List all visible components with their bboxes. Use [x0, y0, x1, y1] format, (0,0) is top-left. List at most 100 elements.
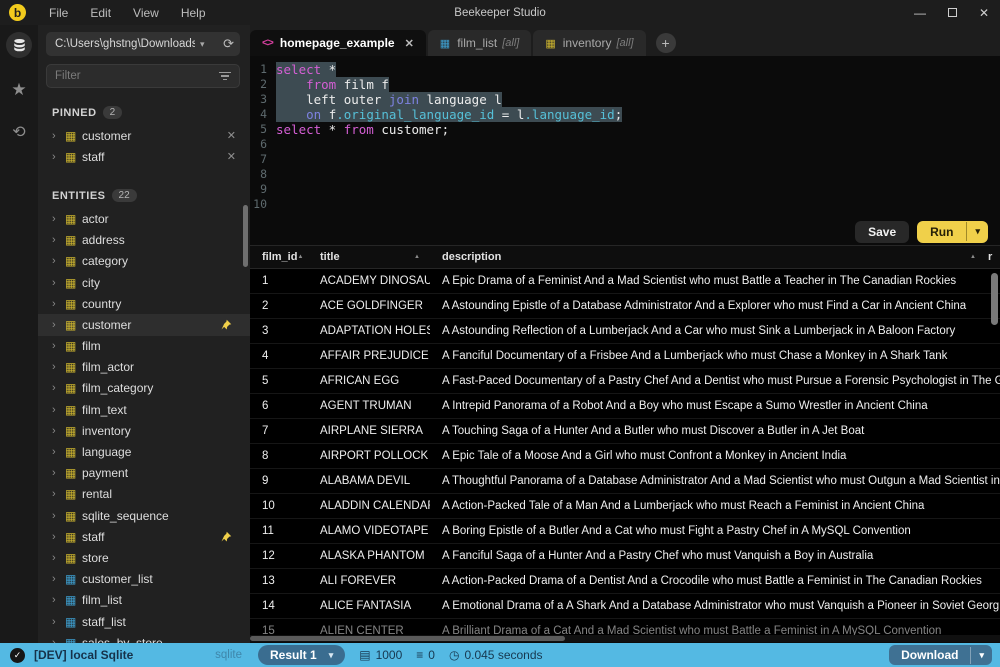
column-header-partial[interactable]: r [986, 251, 1000, 263]
table-row[interactable]: 7AIRPLANE SIERRAA Touching Saga of a Hun… [250, 419, 1000, 444]
entity-item-inventory[interactable]: ›▦inventory [38, 420, 250, 441]
refresh-icon[interactable]: ⟳ [223, 36, 234, 52]
database-nav-icon[interactable] [6, 32, 32, 58]
entity-item-customer[interactable]: ›▦customer [38, 314, 250, 335]
tab-homepage-example[interactable]: <> homepage_example ✕ [250, 30, 426, 56]
entity-item-rental[interactable]: ›▦rental [38, 484, 250, 505]
entity-item-film_list[interactable]: ›▦film_list [38, 590, 250, 611]
entity-item-actor[interactable]: ›▦actor [38, 208, 250, 229]
chevron-right-icon[interactable]: › [52, 382, 65, 394]
entity-item-staff_list[interactable]: ›▦staff_list [38, 611, 250, 632]
chevron-right-icon[interactable]: › [52, 255, 65, 267]
sort-asc-icon[interactable]: ▲ [970, 254, 976, 260]
menu-file[interactable]: File [38, 6, 79, 20]
table-row[interactable]: 6AGENT TRUMANA Intrepid Panorama of a Ro… [250, 394, 1000, 419]
status-connection[interactable]: ✓ [DEV] local Sqlite sqlite [0, 648, 250, 663]
unpin-close-icon[interactable]: ✕ [227, 129, 236, 142]
table-row[interactable]: 12ALASKA PHANTOMA Fanciful Saga of a Hun… [250, 544, 1000, 569]
minimize-button[interactable]: — [904, 0, 936, 25]
chevron-right-icon[interactable]: › [52, 531, 65, 543]
chevron-right-icon[interactable]: › [52, 404, 65, 416]
entity-item-film_actor[interactable]: ›▦film_actor [38, 357, 250, 378]
new-tab-button[interactable]: + [656, 33, 676, 53]
chevron-right-icon[interactable]: › [52, 130, 65, 142]
entity-item-category[interactable]: ›▦category [38, 251, 250, 272]
close-button[interactable]: ✕ [968, 0, 1000, 25]
connection-select[interactable]: C:\Users\ghstng\Downloads ▾ ⟳ [46, 32, 240, 56]
chevron-right-icon[interactable]: › [52, 234, 65, 246]
tab-inventory[interactable]: ▦ inventory [all] [533, 30, 645, 56]
chevron-right-icon[interactable]: › [52, 616, 65, 628]
entity-item-address[interactable]: ›▦address [38, 230, 250, 251]
chevron-right-icon[interactable]: › [52, 467, 65, 479]
table-row[interactable]: 10ALADDIN CALENDARA Action-Packed Tale o… [250, 494, 1000, 519]
save-button[interactable]: Save [855, 221, 909, 243]
chevron-right-icon[interactable]: › [52, 488, 65, 500]
column-header-description[interactable]: description ▲ [430, 251, 986, 263]
chevron-right-icon[interactable]: › [52, 277, 65, 289]
entity-item-sales_by_store[interactable]: ›▦sales_by_store [38, 632, 250, 643]
chevron-right-icon[interactable]: › [52, 340, 65, 352]
pinned-section-header[interactable]: PINNED 2 [38, 98, 250, 125]
entity-filter-input[interactable]: Filter [46, 64, 240, 88]
chevron-right-icon[interactable]: › [52, 319, 65, 331]
chevron-right-icon[interactable]: › [52, 361, 65, 373]
chevron-right-icon[interactable]: › [52, 573, 65, 585]
chevron-right-icon[interactable]: › [52, 594, 65, 606]
entity-item-store[interactable]: ›▦store [38, 547, 250, 568]
chevron-right-icon[interactable]: › [52, 298, 65, 310]
entity-item-payment[interactable]: ›▦payment [38, 463, 250, 484]
table-row[interactable]: 5AFRICAN EGGA Fast-Paced Documentary of … [250, 369, 1000, 394]
close-icon[interactable]: ✕ [405, 37, 414, 50]
menu-edit[interactable]: Edit [79, 6, 122, 20]
table-row[interactable]: 13ALI FOREVERA Action-Packed Drama of a … [250, 569, 1000, 594]
tab-film-list[interactable]: ▦ film_list [all] [428, 30, 532, 56]
menu-help[interactable]: Help [170, 6, 217, 20]
filter-icon[interactable] [219, 72, 231, 81]
table-row[interactable]: 9ALABAMA DEVILA Thoughtful Panorama of a… [250, 469, 1000, 494]
sql-editor[interactable]: 1select *2 from film f3 left outer join … [250, 56, 1000, 218]
table-row[interactable]: 1ACADEMY DINOSAURA Epic Drama of a Femin… [250, 269, 1000, 294]
sidebar-scrollbar[interactable] [243, 205, 248, 267]
table-row[interactable]: 3ADAPTATION HOLESA Astounding Reflection… [250, 319, 1000, 344]
entity-item-sqlite_sequence[interactable]: ›▦sqlite_sequence [38, 505, 250, 526]
pinned-item-staff[interactable]: ›▦staff✕ [38, 146, 250, 167]
entity-item-language[interactable]: ›▦language [38, 441, 250, 462]
sort-asc-icon[interactable]: ▲ [414, 254, 420, 260]
table-row[interactable]: 11ALAMO VIDEOTAPEA Boring Epistle of a B… [250, 519, 1000, 544]
chevron-right-icon[interactable]: › [52, 552, 65, 564]
maximize-button[interactable] [936, 0, 968, 25]
column-header-title[interactable]: title ▲ [308, 251, 430, 263]
table-row[interactable]: 8AIRPORT POLLOCKA Epic Tale of a Moose A… [250, 444, 1000, 469]
entity-item-film[interactable]: ›▦film [38, 336, 250, 357]
entity-item-country[interactable]: ›▦country [38, 293, 250, 314]
entity-item-customer_list[interactable]: ›▦customer_list [38, 569, 250, 590]
sort-asc-icon[interactable]: ▲ [297, 254, 303, 260]
pinned-item-customer[interactable]: ›▦customer✕ [38, 125, 250, 146]
unpin-close-icon[interactable]: ✕ [227, 150, 236, 163]
chevron-right-icon[interactable]: › [52, 213, 65, 225]
download-button[interactable]: Download ▾ [889, 645, 992, 665]
table-row[interactable]: 2ACE GOLDFINGERA Astounding Epistle of a… [250, 294, 1000, 319]
table-row[interactable]: 14ALICE FANTASIAA Emotional Drama of a A… [250, 594, 1000, 619]
entities-section-header[interactable]: ENTITIES 22 [38, 181, 250, 208]
chevron-right-icon[interactable]: › [52, 446, 65, 458]
column-header-film-id[interactable]: film_id ▲ [250, 251, 308, 263]
table-row[interactable]: 15ALIEN CENTERA Brilliant Drama of a Cat… [250, 619, 1000, 635]
chevron-right-icon[interactable]: › [52, 151, 65, 163]
results-vertical-scrollbar[interactable] [991, 273, 998, 325]
run-button[interactable]: Run ▾ [917, 221, 988, 243]
results-horizontal-scrollbar-track[interactable] [250, 635, 1000, 642]
menu-view[interactable]: View [122, 6, 170, 20]
entity-item-staff[interactable]: ›▦staff [38, 526, 250, 547]
entity-item-film_text[interactable]: ›▦film_text [38, 399, 250, 420]
chevron-right-icon[interactable]: › [52, 510, 65, 522]
result-selector[interactable]: Result 1 ▾ [258, 645, 345, 665]
results-horizontal-scrollbar[interactable] [250, 636, 565, 641]
download-options-caret-icon[interactable]: ▾ [970, 647, 992, 664]
run-options-caret-icon[interactable]: ▾ [966, 222, 988, 241]
table-row[interactable]: 4AFFAIR PREJUDICEA Fanciful Documentary … [250, 344, 1000, 369]
entity-item-city[interactable]: ›▦city [38, 272, 250, 293]
favorites-star-icon[interactable]: ★ [11, 80, 26, 100]
chevron-right-icon[interactable]: › [52, 637, 65, 643]
